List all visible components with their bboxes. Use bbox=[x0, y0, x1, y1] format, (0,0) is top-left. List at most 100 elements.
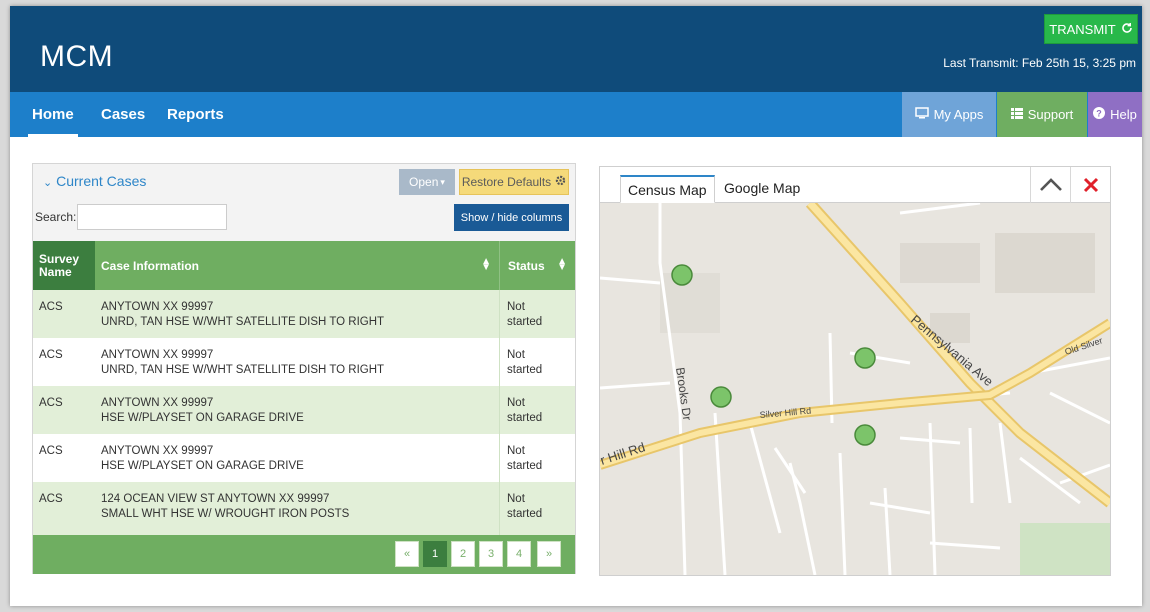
restore-defaults-label: Restore Defaults bbox=[461, 175, 552, 189]
status-line-1: Not bbox=[507, 445, 525, 457]
case-location-marker[interactable] bbox=[854, 424, 876, 446]
main-nav: Home Cases Reports My Apps Support ? Hel… bbox=[10, 92, 1142, 137]
case-description: HSE W/PLAYSET ON GARAGE DRIVE bbox=[101, 412, 304, 424]
chevron-down-icon: ⌄ bbox=[43, 177, 53, 189]
table-row[interactable]: ACS ANYTOWN XX 99997 HSE W/PLAYSET ON GA… bbox=[33, 386, 575, 434]
map-canvas[interactable]: Pennsylvania Ave Silver Hill Rd r Hill R… bbox=[598, 199, 1114, 576]
pagination-prev-button[interactable]: « bbox=[395, 541, 419, 567]
map-panel: Census Map Google Map Pennsylvania Ave S… bbox=[598, 166, 1114, 576]
case-address: ANYTOWN XX 99997 bbox=[101, 301, 214, 313]
status-cell: Not started bbox=[507, 396, 567, 426]
restore-defaults-button[interactable]: Restore Defaults bbox=[459, 169, 569, 195]
case-location-marker[interactable] bbox=[710, 386, 732, 408]
map-tab-bar: Census Map Google Map bbox=[600, 167, 1110, 203]
pagination-page-1[interactable]: 1 bbox=[423, 541, 447, 567]
transmit-button[interactable]: TRANSMIT bbox=[1044, 14, 1138, 44]
status-cell: Not started bbox=[507, 300, 567, 330]
case-address: 124 OCEAN VIEW ST ANYTOWN XX 99997 bbox=[101, 493, 330, 505]
chevron-up-icon[interactable] bbox=[1030, 167, 1070, 203]
column-divider bbox=[499, 434, 500, 482]
column-divider bbox=[499, 290, 500, 338]
nav-cases[interactable]: Cases bbox=[101, 92, 145, 137]
case-description: UNRD, TAN HSE W/WHT SATELLITE DISH TO RI… bbox=[101, 316, 385, 328]
survey-cell: ACS bbox=[39, 493, 63, 505]
open-label: Open bbox=[409, 175, 439, 189]
my-apps-label: My Apps bbox=[933, 107, 984, 122]
pagination-next-button[interactable]: » bbox=[537, 541, 561, 567]
help-button[interactable]: ? Help bbox=[1088, 92, 1142, 137]
question-circle-icon: ? bbox=[1093, 107, 1106, 122]
survey-cell: ACS bbox=[39, 445, 63, 457]
column-header-status[interactable]: Status ▲ ▼ bbox=[499, 241, 575, 290]
nav-reports[interactable]: Reports bbox=[167, 92, 224, 137]
case-description: SMALL WHT HSE W/ WROUGHT IRON POSTS bbox=[101, 508, 350, 520]
last-transmit-text: Last Transmit: Feb 25th 15, 3:25 pm bbox=[943, 56, 1136, 70]
status-line-2: started bbox=[507, 508, 543, 520]
case-info-cell: 124 OCEAN VIEW ST ANYTOWN XX 99997 SMALL… bbox=[101, 492, 491, 522]
status-line-2: started bbox=[507, 316, 543, 328]
case-info-cell: ANYTOWN XX 99997 HSE W/PLAYSET ON GARAGE… bbox=[101, 396, 491, 426]
status-cell: Not started bbox=[507, 348, 567, 378]
table-row[interactable]: ACS ANYTOWN XX 99997 UNRD, TAN HSE W/WHT… bbox=[33, 290, 575, 338]
case-location-marker[interactable] bbox=[671, 264, 693, 286]
case-info-cell: ANYTOWN XX 99997 UNRD, TAN HSE W/WHT SAT… bbox=[101, 300, 491, 330]
search-label: Search: bbox=[35, 210, 77, 224]
status-line-1: Not bbox=[507, 349, 525, 361]
column-divider bbox=[499, 338, 500, 386]
refresh-icon bbox=[1121, 22, 1133, 37]
case-info-cell: ANYTOWN XX 99997 UNRD, TAN HSE W/WHT SAT… bbox=[101, 348, 491, 378]
status-header-label: Status bbox=[508, 258, 545, 273]
app-header: MCM TRANSMIT Last Transmit: Feb 25th 15,… bbox=[10, 6, 1142, 92]
help-label: Help bbox=[1110, 107, 1137, 122]
sort-icon: ▲ ▼ bbox=[557, 256, 567, 273]
open-dropdown-button[interactable]: Open ▾ bbox=[399, 169, 455, 195]
case-description: HSE W/PLAYSET ON GARAGE DRIVE bbox=[101, 460, 304, 472]
survey-cell: ACS bbox=[39, 397, 63, 409]
case-location-marker[interactable] bbox=[854, 347, 876, 369]
tab-google-map[interactable]: Google Map bbox=[717, 175, 807, 203]
pagination-page-3[interactable]: 3 bbox=[479, 541, 503, 567]
status-line-1: Not bbox=[507, 397, 525, 409]
tab-census-map[interactable]: Census Map bbox=[620, 175, 715, 203]
cases-panel-heading: ⌄ Current Cases Open ▾ Restore Defaults bbox=[33, 164, 575, 200]
gear-icon bbox=[555, 175, 566, 189]
search-input[interactable] bbox=[77, 204, 227, 230]
svg-text:?: ? bbox=[1096, 109, 1102, 119]
monitor-icon bbox=[914, 107, 929, 122]
survey-cell: ACS bbox=[39, 349, 63, 361]
current-cases-panel: ⌄ Current Cases Open ▾ Restore Defaults … bbox=[32, 163, 576, 574]
table-row[interactable]: ACS 124 OCEAN VIEW ST ANYTOWN XX 99997 S… bbox=[33, 482, 575, 535]
my-apps-button[interactable]: My Apps bbox=[902, 92, 996, 137]
status-line-1: Not bbox=[507, 301, 525, 313]
caret-down-icon: ▾ bbox=[440, 176, 445, 187]
census-map[interactable]: Pennsylvania Ave Silver Hill Rd r Hill R… bbox=[598, 199, 1114, 576]
column-header-survey-name[interactable]: Survey Name bbox=[33, 241, 95, 290]
status-line-2: started bbox=[507, 460, 543, 472]
pagination-bar: « 1 2 3 4 » bbox=[33, 535, 575, 574]
sort-icon: ▲ ▼ bbox=[481, 256, 491, 273]
support-label: Support bbox=[1027, 107, 1074, 122]
show-hide-columns-button[interactable]: Show / hide columns bbox=[454, 204, 569, 231]
transmit-label: TRANSMIT bbox=[1049, 21, 1116, 37]
status-cell: Not started bbox=[507, 444, 567, 474]
case-description: UNRD, TAN HSE W/WHT SATELLITE DISH TO RI… bbox=[101, 364, 385, 376]
status-line-1: Not bbox=[507, 493, 525, 505]
current-cases-toggle[interactable]: ⌄ Current Cases bbox=[43, 173, 146, 189]
table-row[interactable]: ACS ANYTOWN XX 99997 UNRD, TAN HSE W/WHT… bbox=[33, 338, 575, 386]
support-button[interactable]: Support bbox=[997, 92, 1087, 137]
column-divider bbox=[499, 482, 500, 535]
case-information-header-label: Case Information bbox=[101, 258, 200, 273]
current-cases-title: Current Cases bbox=[56, 173, 147, 189]
column-divider bbox=[499, 386, 500, 434]
app-title: MCM bbox=[40, 40, 114, 73]
pagination-page-4[interactable]: 4 bbox=[507, 541, 531, 567]
case-address: ANYTOWN XX 99997 bbox=[101, 397, 214, 409]
close-icon[interactable] bbox=[1070, 167, 1110, 203]
case-address: ANYTOWN XX 99997 bbox=[101, 445, 214, 457]
nav-home[interactable]: Home bbox=[28, 92, 78, 137]
list-icon bbox=[1010, 107, 1023, 122]
table-row[interactable]: ACS ANYTOWN XX 99997 HSE W/PLAYSET ON GA… bbox=[33, 434, 575, 482]
pagination-page-2[interactable]: 2 bbox=[451, 541, 475, 567]
column-header-case-information[interactable]: Case Information ▲ ▼ bbox=[95, 241, 499, 290]
survey-cell: ACS bbox=[39, 301, 63, 313]
